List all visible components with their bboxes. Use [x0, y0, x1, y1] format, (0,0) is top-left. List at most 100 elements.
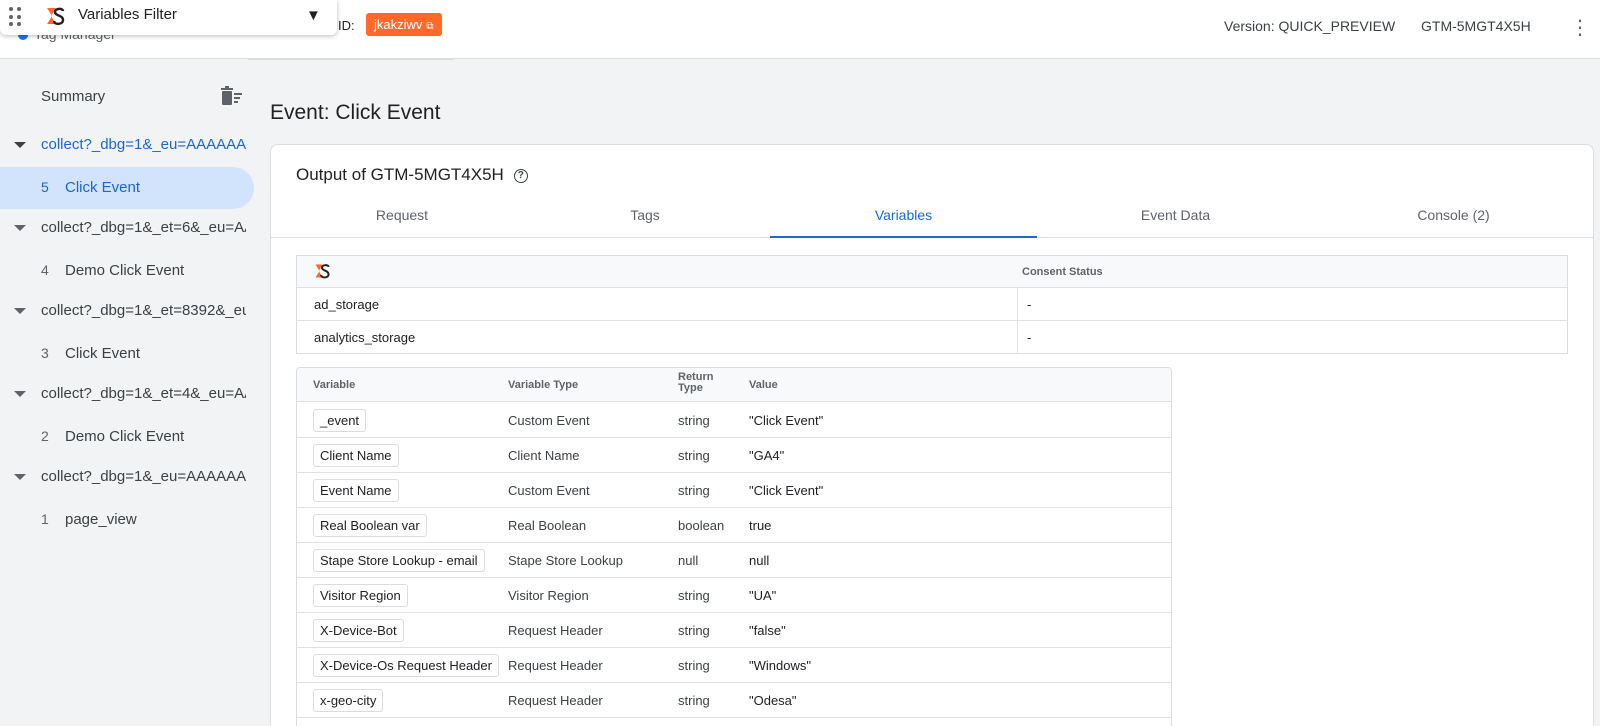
copy-icon[interactable]: ⧉ [426, 21, 433, 32]
variable-value: "Click Event" [749, 483, 824, 498]
sidebar-group[interactable]: collect?_dbg=1&_et=6&_eu=AAAAAAQ [0, 209, 254, 249]
event-name[interactable]: Click Event [65, 345, 140, 362]
group-label[interactable]: collect?_dbg=1&_eu=AAAAAAQ [41, 468, 246, 485]
variable-name-chip[interactable]: X-Device-Os Request Header [313, 654, 499, 677]
table-row: X-Device-Bot Request Header string "fals… [297, 613, 1171, 648]
variable-value: "GA4" [749, 448, 785, 463]
consent-status: - [1027, 297, 1032, 312]
sidebar-group[interactable]: collect?_dbg=1&_et=4&_eu=AAAAAAQ [0, 375, 254, 415]
dropdown-caret-icon[interactable]: ▼ [306, 7, 321, 24]
collapse-triangle-icon[interactable] [14, 391, 26, 397]
column-header-variable: Variable [313, 379, 356, 391]
sidebar-event-item[interactable]: 1 page_view [0, 499, 254, 541]
page-title: Event: Click Event [270, 101, 441, 124]
variable-value: "UA" [749, 588, 777, 603]
consent-type: analytics_storage [314, 330, 416, 345]
summary-row[interactable]: Summary [0, 86, 254, 110]
table-row: Event Name Custom Event string "Click Ev… [297, 473, 1171, 508]
variables-table: Variable Variable Type Return Type Value… [296, 367, 1172, 726]
table-row: _event Custom Event string "Click Event" [297, 403, 1171, 438]
summary-label[interactable]: Summary [41, 88, 105, 105]
return-type: null [678, 553, 699, 568]
event-name[interactable]: Demo Click Event [65, 428, 184, 445]
table-row: ad_storage - [297, 288, 1567, 321]
collapse-triangle-icon[interactable] [14, 142, 26, 148]
sidebar-event-item[interactable]: 3 Click Event [0, 333, 254, 375]
container-id-label: GTM-5MGT4X5H [1421, 18, 1531, 34]
variable-type: Request Header [508, 658, 603, 673]
tab-tags[interactable]: Tags [533, 193, 757, 238]
variable-type: Visitor Region [508, 588, 589, 603]
sidebar-group[interactable]: collect?_dbg=1&_eu=AAAAAAQ [0, 458, 254, 498]
variable-value: null [749, 553, 770, 568]
sidebar-group[interactable]: collect?_dbg=1&_eu=AAAAAAQ [0, 126, 254, 166]
event-name[interactable]: Demo Click Event [65, 262, 184, 279]
stape-logo-icon [47, 7, 65, 26]
variable-name-chip[interactable]: Event Name [313, 479, 399, 502]
variable-name-chip[interactable]: Stape Store Lookup - email [313, 549, 485, 572]
consent-table: Consent Status ad_storage - analytics_st… [296, 255, 1568, 354]
output-card: Output of GTM-5MGT4X5H? Request Tags Var… [270, 144, 1594, 726]
column-header-value: Value [749, 379, 778, 391]
return-type: string [678, 483, 710, 498]
tab-variables[interactable]: Variables [770, 193, 1037, 238]
variable-name-chip[interactable]: x-geo-city [313, 689, 384, 712]
group-label[interactable]: collect?_dbg=1&_et=4&_eu=AAAAAAQ [41, 385, 246, 402]
sidebar-group[interactable]: collect?_dbg=1&_et=8392&_eu=AAAAAAQ [0, 292, 254, 332]
table-row: Visitor Region Visitor Region string "UA… [297, 578, 1171, 613]
variable-name-chip[interactable]: X-Device-Bot [313, 619, 404, 642]
variable-name-chip[interactable]: Client Name [313, 444, 399, 467]
tab-underline [248, 58, 454, 60]
variable-name-chip[interactable]: _event [313, 409, 367, 432]
return-type: string [678, 588, 710, 603]
table-row: Real Boolean var Real Boolean boolean tr… [297, 508, 1171, 543]
event-number: 1 [41, 511, 49, 527]
return-type: string [678, 413, 710, 428]
sidebar-event-item[interactable]: 4 Demo Click Event [0, 250, 254, 292]
column-header-return-type: Return Type [678, 371, 714, 394]
debug-id-badge[interactable]: jkakziwv ⧉ [366, 13, 442, 36]
variable-value: "Click Event" [749, 413, 824, 428]
table-row: x-geo-city Request Header string "Odesa" [297, 683, 1171, 718]
help-icon[interactable]: ? [513, 168, 528, 183]
variable-name-chip[interactable]: Visitor Region [313, 584, 408, 607]
variable-value: "Windows" [749, 658, 811, 673]
tab-console[interactable]: Console (2) [1314, 193, 1593, 238]
variable-type: Request Header [508, 693, 603, 708]
group-label[interactable]: collect?_dbg=1&_eu=AAAAAAQ [41, 136, 246, 153]
variable-type: Client Name [508, 448, 580, 463]
event-number: 3 [41, 345, 49, 361]
collapse-triangle-icon[interactable] [14, 308, 26, 314]
variable-name-chip[interactable]: Real Boolean var [313, 514, 427, 537]
version-label: Version: QUICK_PREVIEW [1224, 18, 1396, 34]
table-header: Variable Variable Type Return Type Value [297, 368, 1171, 402]
drag-handle-icon[interactable] [8, 7, 22, 27]
variable-type: Request Header [508, 623, 603, 638]
clear-delete-icon[interactable] [221, 86, 243, 108]
variables-filter-popup: Variables Filter ▼ [0, 0, 337, 35]
collapse-triangle-icon[interactable] [14, 474, 26, 480]
event-name[interactable]: page_view [65, 511, 137, 528]
return-type: string [678, 658, 710, 673]
event-sidebar: Summary collect?_dbg=1&_eu=AAAAAAQ 5 Cli… [0, 60, 254, 726]
output-title: Output of GTM-5MGT4X5H? [296, 165, 528, 185]
event-number: 4 [41, 262, 49, 278]
consent-type: ad_storage [314, 297, 380, 312]
sidebar-event-item[interactable]: 2 Demo Click Event [0, 416, 254, 458]
return-type: string [678, 623, 710, 638]
event-name[interactable]: Click Event [65, 179, 140, 196]
group-label[interactable]: collect?_dbg=1&_et=8392&_eu=AAAAAAQ [41, 302, 246, 319]
return-type: string [678, 693, 710, 708]
stape-logo-icon [315, 264, 330, 279]
filter-title: Variables Filter [78, 6, 177, 23]
variable-value: "false" [749, 623, 786, 638]
tab-request[interactable]: Request [271, 193, 533, 238]
sidebar-event-item[interactable]: 5 Click Event [0, 167, 254, 209]
collapse-triangle-icon[interactable] [14, 225, 26, 231]
consent-status: - [1027, 330, 1032, 345]
group-label[interactable]: collect?_dbg=1&_et=6&_eu=AAAAAAQ [41, 219, 246, 236]
event-number: 2 [41, 428, 49, 444]
tab-event-data[interactable]: Event Data [1037, 193, 1314, 238]
more-vert-icon[interactable]: ⋮ [1570, 14, 1590, 42]
table-row: Stape Store Lookup - email Stape Store L… [297, 543, 1171, 578]
